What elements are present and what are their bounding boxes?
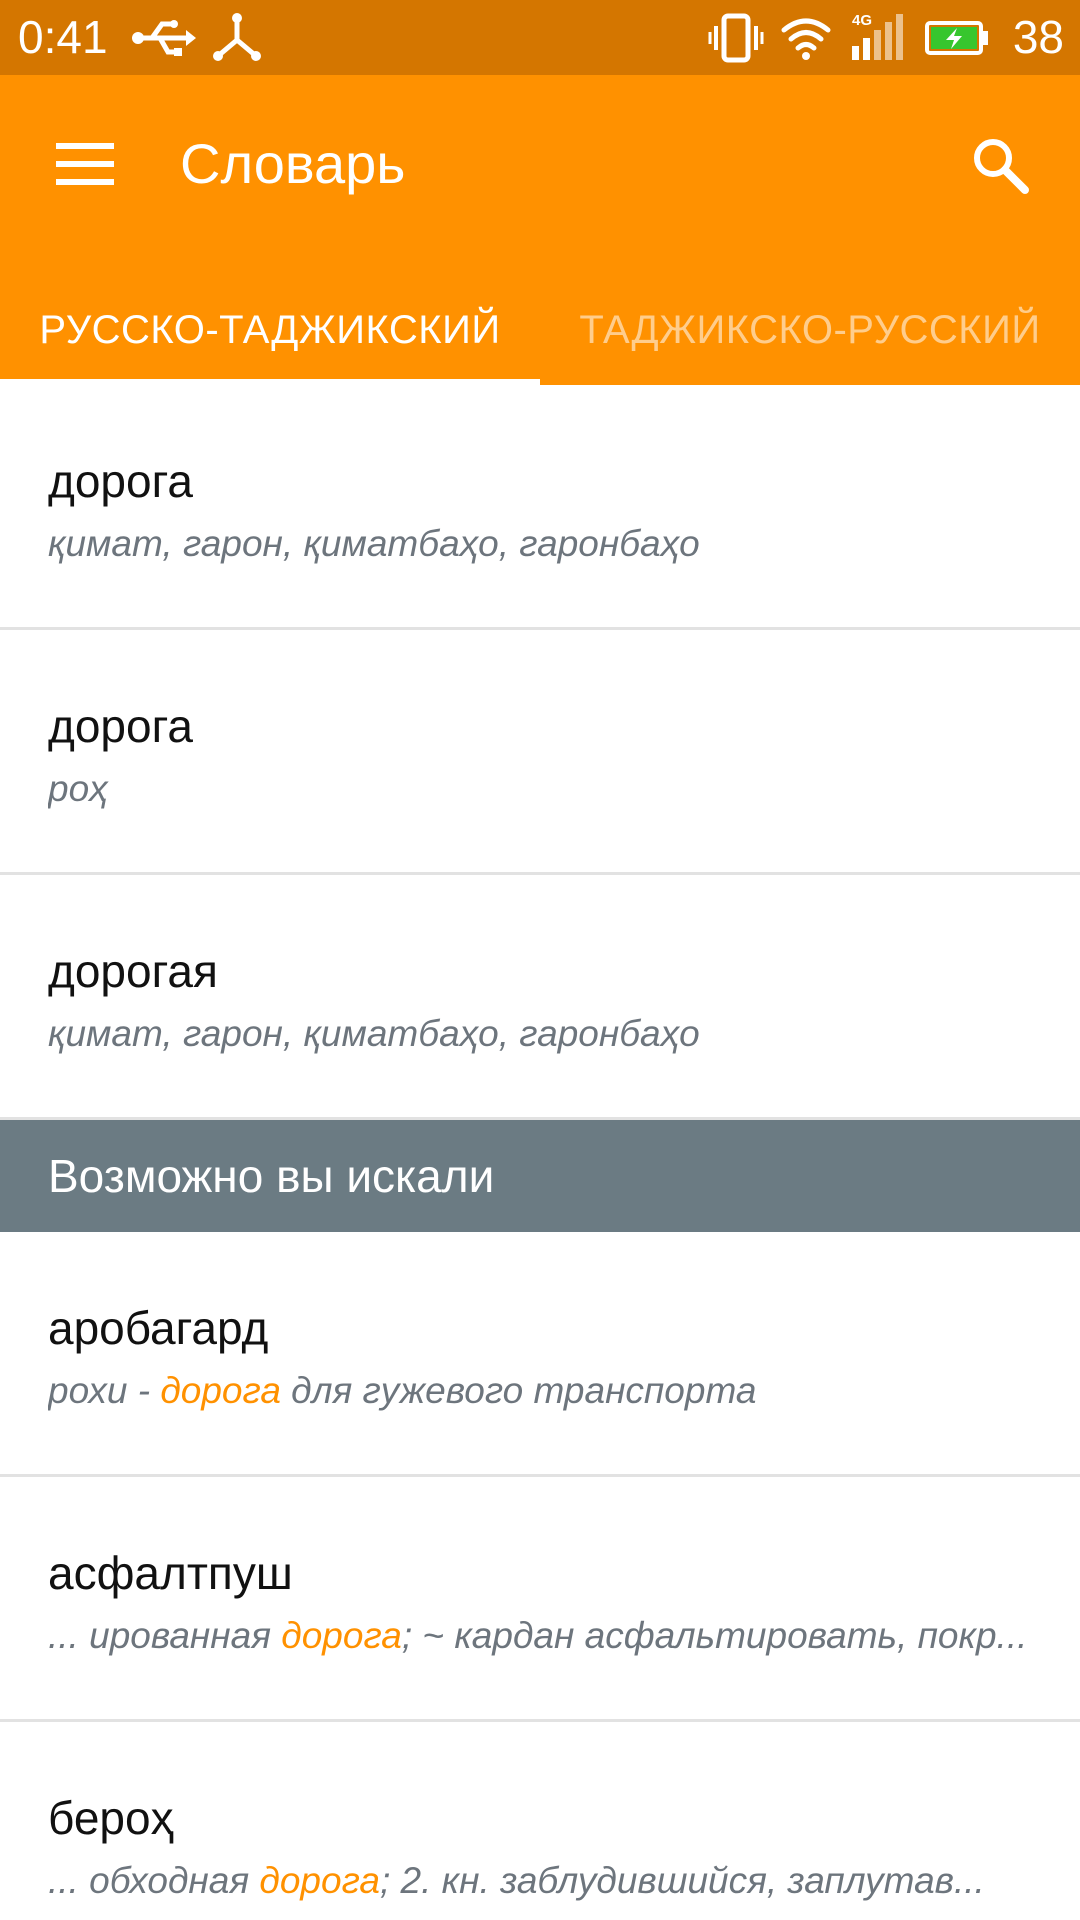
context-before: ... обходная	[48, 1860, 260, 1901]
signal-icon	[852, 14, 903, 60]
wifi-icon	[781, 18, 831, 60]
entry-word: дорога	[48, 455, 193, 507]
page-title: Словарь	[180, 132, 406, 195]
tab-label: РУССКО-ТАДЖИКСКИЙ	[39, 307, 501, 352]
list-item[interactable]: дорога қимат, гарон, қиматбаҳо, гаронбаҳ…	[0, 385, 1080, 630]
battery-charging-icon	[925, 21, 988, 55]
context-after: ; ~ кардан асфальтировать, покр...	[401, 1615, 1028, 1656]
usb-icon	[132, 20, 196, 56]
status-bar: 0:41 4G 38	[0, 0, 1080, 75]
context-after: ; 2. кн. заблудившийся, заплутав...	[379, 1860, 985, 1901]
suggestions-header: Возможно вы искали	[0, 1120, 1080, 1232]
list-item[interactable]: аробагард рохи - дорога для гужевого тра…	[0, 1232, 1080, 1477]
entry-word: асфалтпуш	[48, 1547, 293, 1599]
list-item[interactable]: асфалтпуш ... ированная дорога; ~ кардан…	[0, 1477, 1080, 1722]
context-after: для гужевого транспорта	[280, 1370, 757, 1411]
list-item[interactable]: дорогая қимат, гарон, қиматбаҳо, гаронба…	[0, 875, 1080, 1120]
entry-word: бероҳ	[48, 1792, 174, 1844]
battery-level: 38	[1012, 11, 1064, 63]
hamburger-menu-icon	[56, 143, 114, 185]
vibrate-icon	[708, 13, 764, 63]
tab-label: ТАДЖИКСКО-РУССКИЙ	[579, 307, 1041, 352]
list-item[interactable]: бероҳ ... обходная дорога; 2. кн. заблуд…	[0, 1722, 1080, 1920]
tab-tajik-russian[interactable]: ТАДЖИКСКО-РУССКИЙ	[540, 275, 1080, 385]
share-icon	[213, 13, 261, 61]
context-highlight: дорога	[160, 1370, 281, 1411]
results-list: дорога қимат, гарон, қиматбаҳо, гаронбаҳ…	[0, 385, 1080, 1920]
search-button[interactable]	[950, 115, 1050, 215]
context-before: рохи -	[48, 1370, 161, 1411]
entry-word: аробагард	[48, 1302, 269, 1354]
app-bar: Словарь РУССКО-ТАДЖИКСКИЙ ТАДЖИКСКО-РУСС…	[0, 75, 1080, 385]
entry-translation: роҳ	[48, 768, 108, 809]
status-time: 0:41	[18, 11, 108, 63]
context-before: ... ированная	[48, 1615, 282, 1656]
entry-context: ... обходная дорога; 2. кн. заблудившийс…	[48, 1858, 1080, 1904]
entry-translation: қимат, гарон, қиматбаҳо, гаронбаҳо	[48, 1013, 700, 1054]
list-item[interactable]: дорога роҳ	[0, 630, 1080, 875]
entry-word: дорогая	[48, 945, 218, 997]
menu-button[interactable]	[38, 117, 132, 211]
context-highlight: дорога	[281, 1615, 402, 1656]
tab-russian-tajik[interactable]: РУССКО-ТАДЖИКСКИЙ	[0, 275, 540, 385]
context-highlight: дорога	[259, 1860, 380, 1901]
tab-bar: РУССКО-ТАДЖИКСКИЙ ТАДЖИКСКО-РУССКИЙ	[0, 275, 1080, 385]
entry-word: дорога	[48, 700, 193, 752]
entry-context: рохи - дорога для гужевого транспорта	[48, 1368, 1080, 1414]
search-icon	[974, 139, 1029, 194]
entry-translation: қимат, гарон, қиматбаҳо, гаронбаҳо	[48, 523, 700, 564]
entry-context: ... ированная дорога; ~ кардан асфальтир…	[48, 1613, 1080, 1659]
